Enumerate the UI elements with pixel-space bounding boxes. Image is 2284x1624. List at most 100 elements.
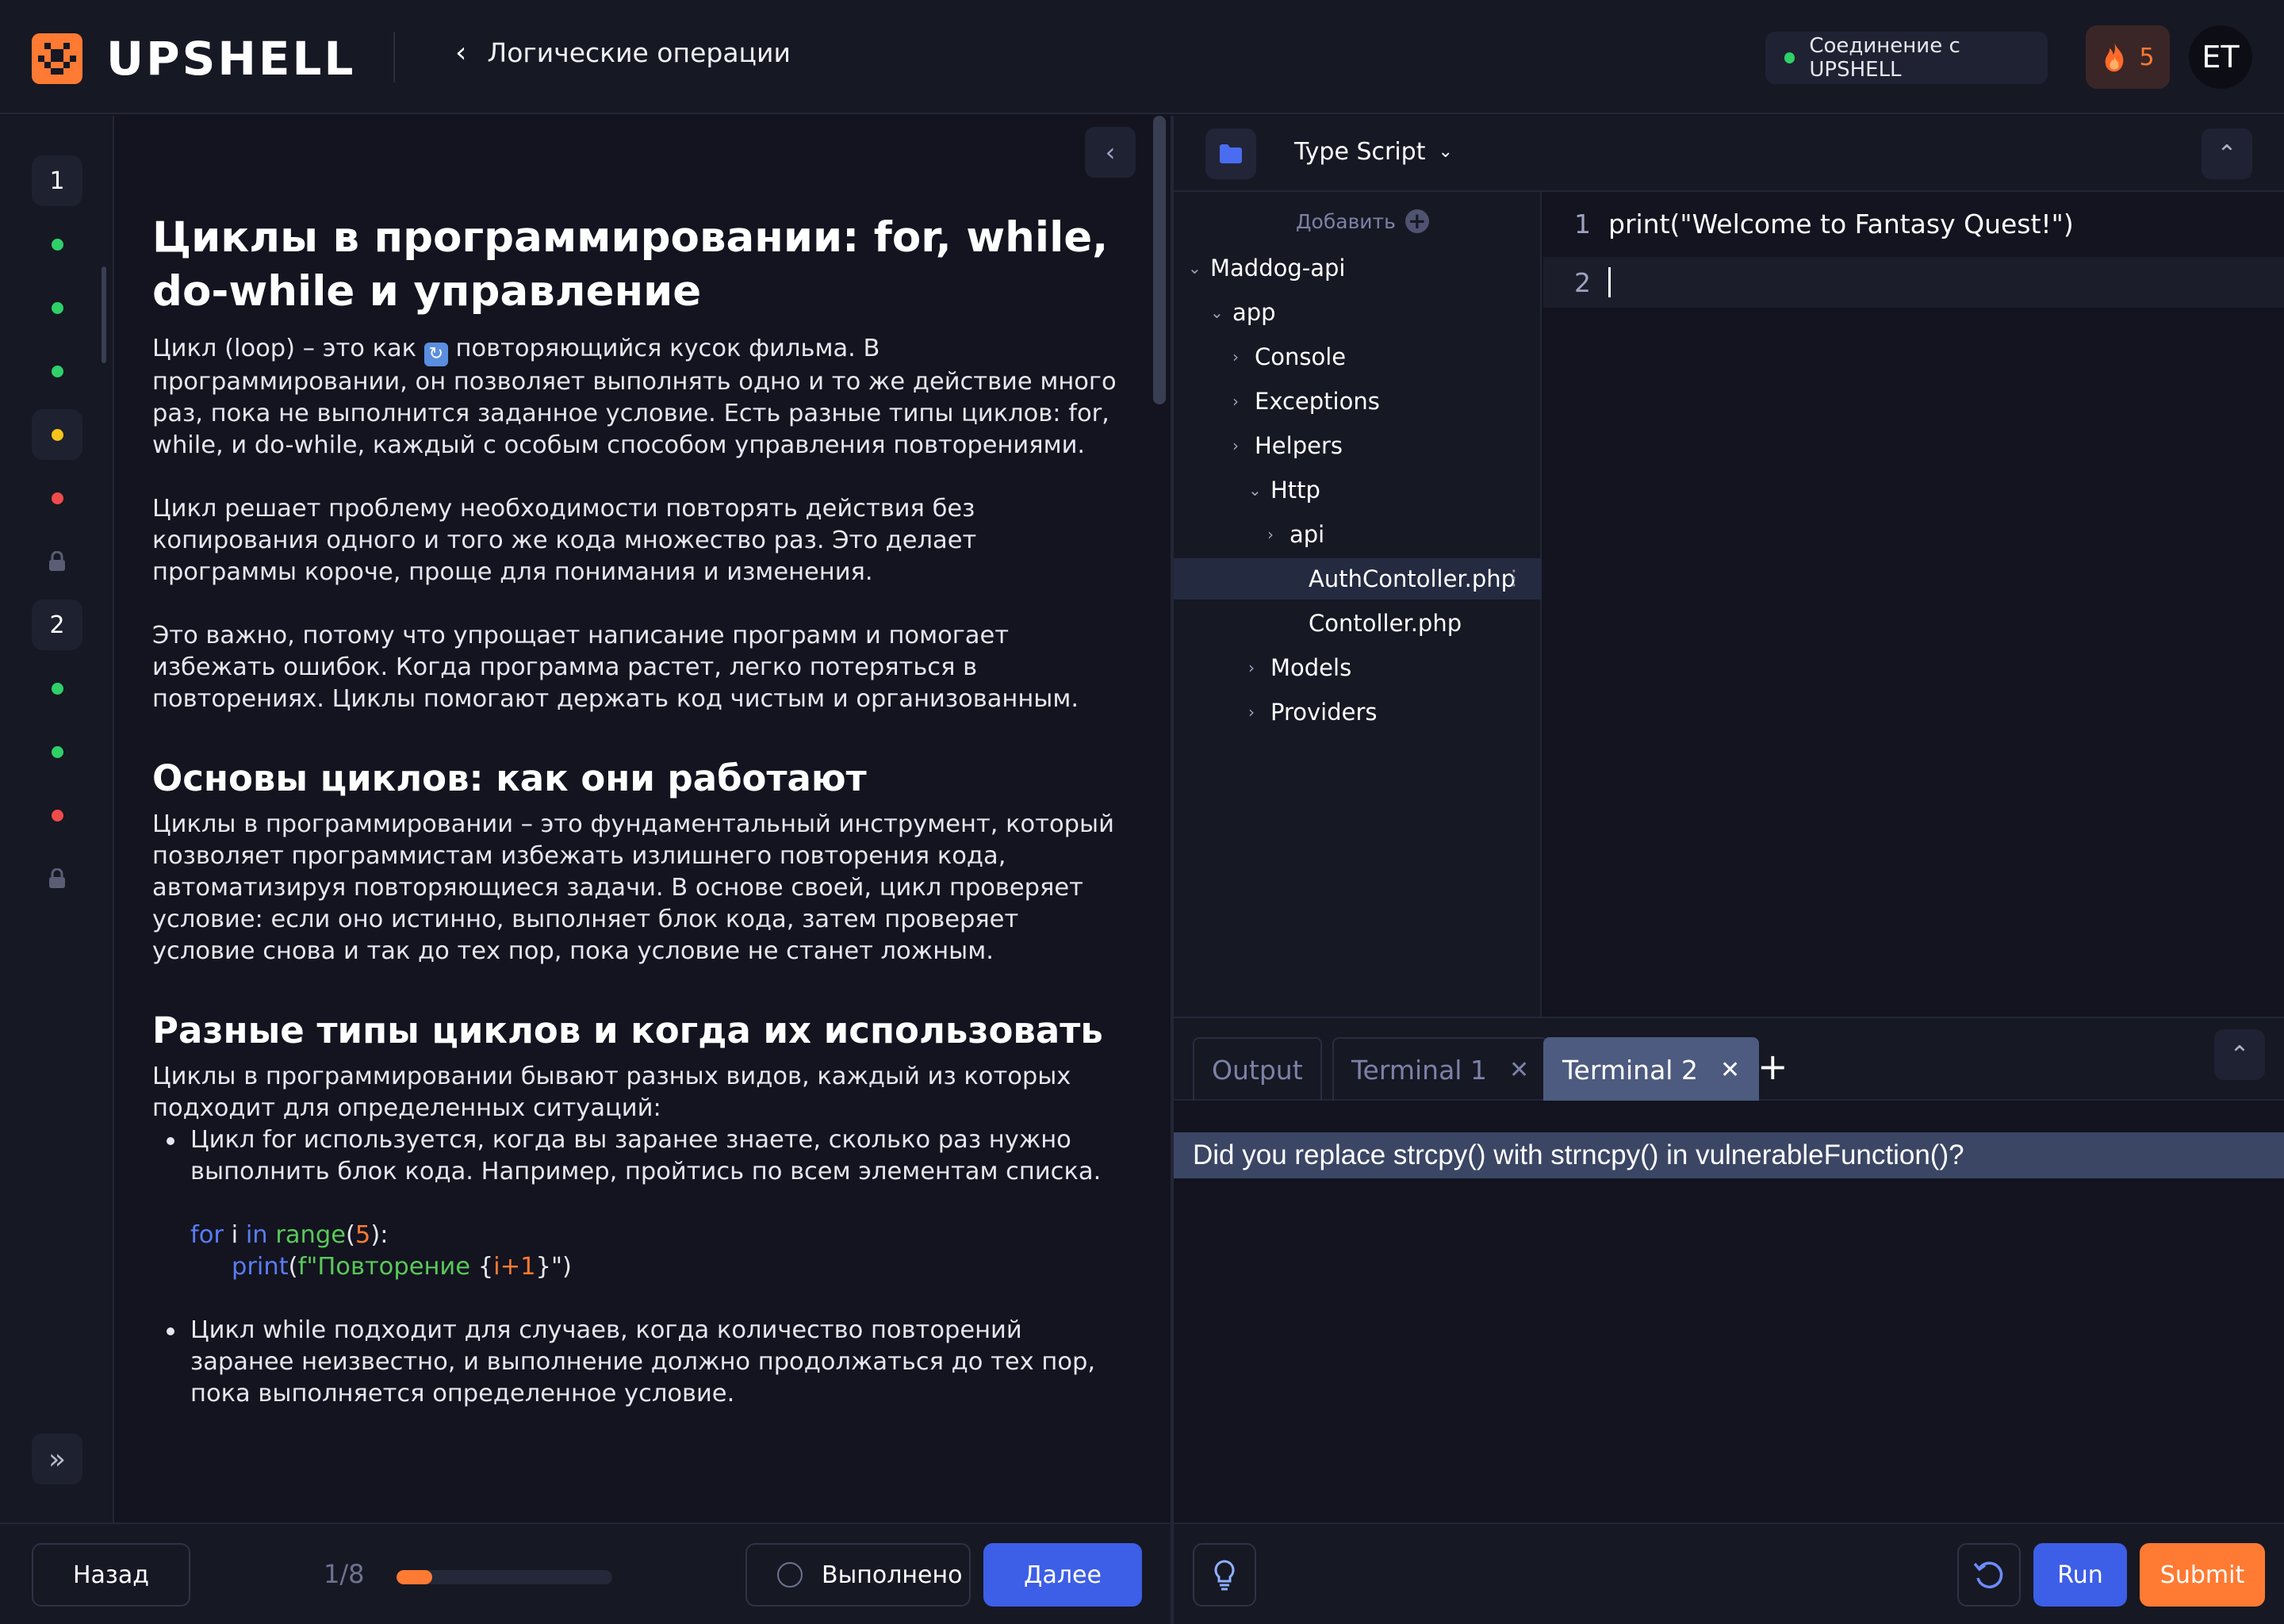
tab-terminal-1[interactable]: Terminal 1 ✕ [1332,1037,1549,1101]
collapse-article-button[interactable]: ‹ [1085,127,1136,178]
more-options-icon[interactable]: ⋮ [1504,566,1524,590]
article-scrollbar[interactable] [1153,116,1166,404]
tree-item[interactable]: ⌄ app [1174,292,1542,333]
collapse-terminal-button[interactable]: ⌃ [2214,1029,2265,1080]
list-item: Цикл for используется, когда вы заранее … [152,1124,1123,1188]
tree-item[interactable]: › Console [1174,336,1542,377]
radio-icon [777,1562,803,1588]
rail-substep[interactable] [32,282,82,333]
tree-item[interactable]: › Helpers [1174,425,1542,466]
rail-substep[interactable] [32,790,82,841]
rail-step-number: 2 [49,611,65,639]
rail-substep[interactable] [32,346,82,396]
run-button[interactable]: Run [2033,1543,2127,1607]
lock-icon [49,868,65,888]
chevron-right-icon: › [1232,347,1239,366]
connection-status: Соединение с UPSHELL [1765,32,2048,84]
chevron-left-icon: ‹ [1105,137,1116,167]
line-number: 1 [1574,208,1591,239]
tree-item[interactable]: ⌄ Http [1174,469,1542,511]
rail-step-1[interactable]: 1 [32,155,82,206]
close-icon[interactable]: ✕ [1720,1056,1740,1084]
reset-button[interactable] [1957,1543,2021,1607]
add-terminal-button[interactable]: + [1757,1045,1788,1088]
step-rail: 1 2 [0,116,114,1522]
code-line[interactable]: 1 print("Welcome to Fantasy Quest!") [1543,198,2284,249]
streak-badge[interactable]: 5 [2086,25,2170,89]
rail-substep[interactable] [32,726,82,777]
logo-text: UPSHELL [106,32,356,86]
tree-item-label: Exceptions [1255,388,1380,415]
status-dot-icon [1784,52,1795,63]
status-dot-icon [51,492,63,504]
rail-scrollbar[interactable] [102,266,106,363]
tree-item-label: Models [1270,654,1352,681]
rail-step-2[interactable]: 2 [32,599,82,650]
chevron-down-icon: ⌄ [1188,259,1201,278]
folder-icon [1220,144,1242,163]
double-chevron-right-icon: » [48,1442,67,1476]
tree-item-label: Console [1255,343,1347,370]
terminal-output[interactable]: Did you replace strcpy() with strncpy() … [1174,1101,2284,1522]
loop-types-list: Цикл while подходит для случаев, когда к… [152,1315,1123,1410]
rail-substep[interactable] [32,663,82,714]
add-file-button[interactable]: Добавить + [1296,209,1429,233]
breadcrumb[interactable]: ‹ Логические операции [455,36,791,69]
tab-terminal-2[interactable]: Terminal 2 ✕ [1543,1037,1760,1101]
tree-item-label: Maddog-api [1210,255,1346,282]
chevron-down-icon: ⌄ [1248,481,1262,500]
progress-text: 1/8 [324,1559,365,1589]
lock-icon [49,551,65,571]
tree-item-label: AuthContoller.php [1309,565,1516,592]
section-heading: Разные типы циклов и когда их использова… [152,1009,1103,1051]
next-button[interactable]: Далее [983,1543,1142,1607]
lightbulb-icon [1214,1560,1235,1591]
tree-item-selected[interactable]: AuthContoller.php ⋮ [1174,558,1542,599]
tree-item[interactable]: › api [1174,514,1542,555]
rail-substep[interactable] [32,219,82,270]
code-editor[interactable]: 1 print("Welcome to Fantasy Quest!") 2 [1543,192,2284,1017]
chevron-right-icon: › [1248,703,1255,722]
code-line: print(f"Повторение {i+1}") [232,1253,572,1281]
terminal-message: Did you replace strcpy() with strncpy() … [1174,1132,2284,1178]
fire-icon [2106,42,2124,72]
top-bar: UPSHELL ‹ Логические операции Соединение… [0,0,2284,114]
tab-output[interactable]: Output [1193,1037,1322,1101]
status-dot-icon [51,745,63,758]
file-tree: Добавить + ⌄ Maddog-api ⌄ app › Console › Excep… [1174,192,1542,1017]
status-dot-icon [51,809,63,822]
rail-substep-current[interactable] [32,409,82,460]
tree-item[interactable]: › Models [1174,647,1542,688]
chevron-down-icon: ⌄ [1438,142,1453,162]
chevron-left-icon: ‹ [455,36,467,69]
progress-bar [397,1570,612,1584]
code-line-current[interactable]: 2 [1543,257,2284,308]
submit-button[interactable]: Submit [2140,1543,2265,1607]
chevron-up-icon: ⌃ [2229,1040,2250,1069]
close-icon[interactable]: ✕ [1509,1056,1529,1084]
chevron-up-icon: ⌃ [2217,140,2237,168]
hint-button[interactable] [1193,1543,1256,1607]
tree-item[interactable]: › Exceptions [1174,381,1542,422]
avatar[interactable]: ET [2189,25,2252,89]
connection-label: Соединение с UPSHELL [1809,34,1960,82]
tree-item[interactable]: › Providers [1174,691,1542,733]
language-select[interactable]: Type Script ⌄ [1294,138,1453,166]
language-label: Type Script [1294,138,1426,166]
tree-item[interactable]: Contoller.php [1174,603,1542,644]
code-snippet: for i in range(5): print(f"Повторение {i… [152,1220,1123,1283]
rail-substep[interactable] [32,473,82,523]
status-dot-icon [51,238,63,251]
chevron-right-icon: › [1232,392,1239,411]
chevron-right-icon: › [1232,436,1239,455]
rail-substep-locked [32,853,82,904]
paragraph-text: Цикл (loop) – это как [152,335,424,362]
logo[interactable]: UPSHELL [32,32,355,86]
collapse-editor-button[interactable]: ⌃ [2202,128,2252,179]
lesson-footer: Назад 1/8 Выполнено Далее [0,1522,1172,1624]
tree-item[interactable]: ⌄ Maddog-api [1174,247,1542,289]
back-button[interactable]: Назад [32,1543,190,1607]
mark-done-button[interactable]: Выполнено [745,1543,971,1607]
file-tree-toggle[interactable] [1205,128,1256,179]
expand-rail-button[interactable]: » [32,1434,82,1484]
